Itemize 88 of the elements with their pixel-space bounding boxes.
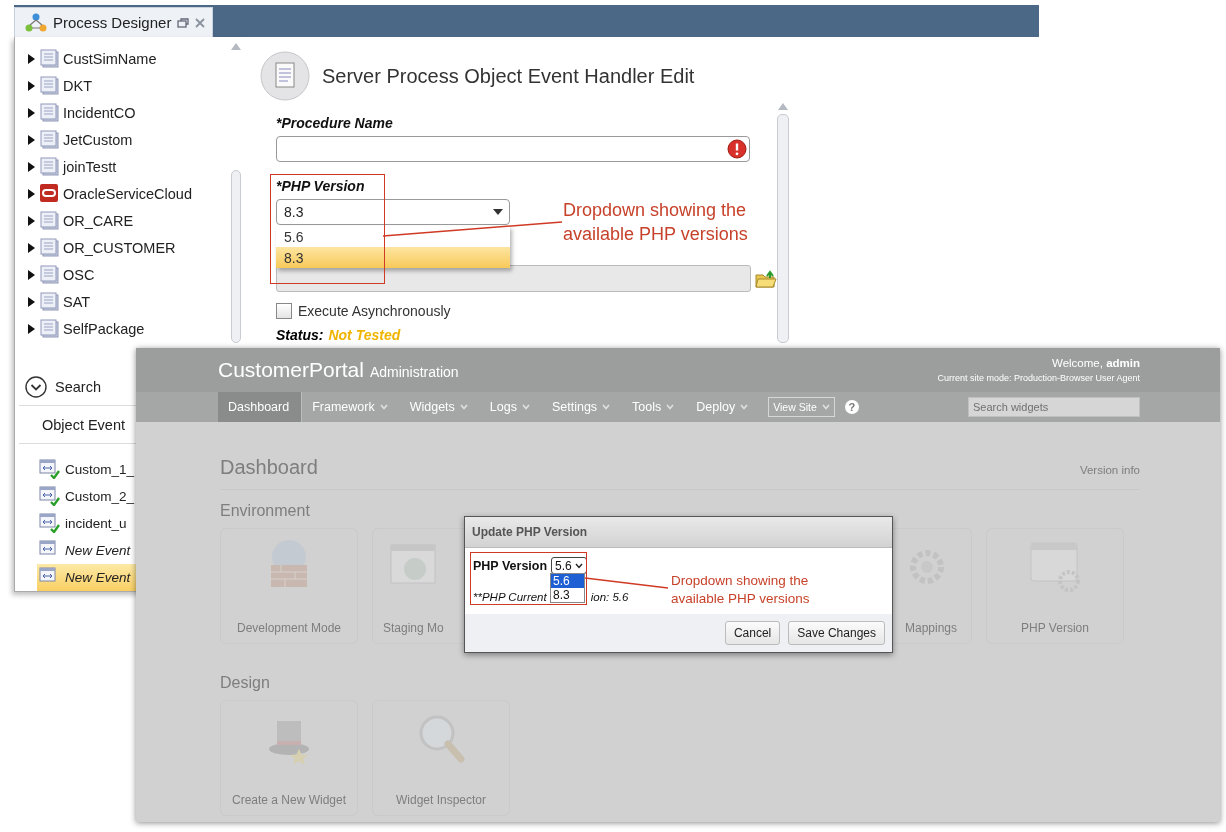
network-icon — [25, 12, 47, 33]
tab[interactable]: Process Designer — [14, 7, 213, 37]
expand-arrow-icon[interactable] — [27, 53, 36, 64]
tree-item[interactable]: OR_CUSTOMER — [15, 234, 230, 261]
tree-item[interactable]: IncidentCO — [15, 99, 230, 126]
document-stack-icon — [40, 49, 59, 68]
dialog-title: Update PHP Version — [465, 517, 892, 548]
page-title: Server Process Object Event Handler Edit — [322, 64, 695, 88]
version-note: ion: 5.6 — [590, 591, 629, 603]
tree-item[interactable]: SAT — [15, 288, 230, 315]
window-check-icon — [39, 513, 60, 534]
list-item[interactable]: New Event — [37, 564, 136, 591]
ring-logo-icon — [40, 184, 59, 203]
document-stack-icon — [40, 238, 59, 257]
checkbox[interactable] — [276, 303, 292, 319]
callout-text: Dropdown showing the available PHP versions — [671, 572, 811, 608]
search-field[interactable]: Search widgets — [968, 397, 1140, 417]
expand-arrow-icon[interactable] — [27, 161, 36, 172]
window-check-icon — [39, 486, 60, 507]
chevron-icon — [821, 404, 830, 410]
dropdown-option[interactable]: 8.3 — [551, 588, 584, 602]
expand-arrow-icon[interactable] — [27, 323, 36, 334]
expand-arrow-icon[interactable] — [27, 188, 36, 199]
expand-arrow-icon[interactable] — [27, 134, 36, 145]
list-item[interactable]: incident_u — [37, 510, 136, 537]
input-field[interactable] — [276, 136, 750, 162]
document-stack-icon — [40, 103, 59, 122]
list-item[interactable]: Custom_1_ — [37, 456, 136, 483]
help-button[interactable]: ? — [844, 400, 859, 414]
expand-arrow-icon[interactable] — [27, 296, 36, 307]
section-heading: Design — [220, 674, 271, 692]
chevron-icon — [602, 404, 611, 410]
tree-item[interactable]: OSC — [15, 261, 230, 288]
list-item[interactable]: New Event — [37, 537, 136, 564]
document-stack-icon — [40, 292, 59, 311]
status-value: Not Tested — [328, 327, 401, 343]
search-toggle[interactable]: Search — [15, 368, 135, 406]
field-label: *Procedure Name — [276, 115, 393, 131]
tree-item[interactable]: SelfPackage — [15, 315, 230, 342]
page-heading: Dashboard — [220, 456, 318, 479]
chevron-icon — [666, 404, 675, 410]
expand-arrow-icon[interactable] — [27, 107, 36, 118]
document-stack-icon — [40, 157, 59, 176]
dropdown-option[interactable]: 8.3 — [276, 247, 510, 268]
callout-text: Dropdown showing the available PHP versions — [563, 199, 749, 246]
brand-subtitle: Administration — [369, 364, 459, 380]
tree-item[interactable]: JetCustom — [15, 126, 230, 153]
chevron-icon — [740, 404, 749, 410]
welcome-text: Welcome, admin — [1052, 357, 1140, 369]
dropdown-option[interactable]: 5.6 — [551, 574, 584, 588]
restore-icon[interactable] — [177, 17, 190, 28]
input-field[interactable] — [276, 265, 751, 292]
brand-logo: CustomerPortal — [218, 358, 364, 382]
dialog-button[interactable]: Cancel — [724, 621, 781, 645]
document-stack-icon — [40, 211, 59, 230]
chevron-icon — [379, 404, 388, 410]
tree-item[interactable]: DKT — [15, 72, 230, 99]
close-icon[interactable] — [195, 17, 206, 28]
checkbox-label: Execute Asynchronously — [298, 303, 451, 319]
dropdown[interactable]: 8.3 — [276, 199, 510, 225]
expand-arrow-icon[interactable] — [27, 215, 36, 226]
document-stack-icon — [40, 130, 59, 149]
expand-arrow-icon[interactable] — [27, 242, 36, 253]
site-mode-text: Current site mode: Production-Browser User Agent — [937, 373, 1140, 383]
window-check-icon — [39, 459, 60, 480]
scrollbar[interactable] — [777, 103, 789, 343]
dialog-button[interactable]: Save Changes — [788, 621, 885, 645]
chevron-icon — [521, 404, 530, 410]
section-heading: Environment — [220, 502, 311, 520]
document-stack-icon — [40, 319, 59, 338]
chevron-icon — [459, 404, 468, 410]
list-item[interactable]: Custom_2_ — [37, 483, 136, 510]
tree-item[interactable]: joinTestt — [15, 153, 230, 180]
folder-icon[interactable] — [755, 268, 777, 289]
chevron-circle-icon — [25, 376, 47, 399]
document-stack-icon — [40, 76, 59, 95]
tree-item[interactable]: CustSimName — [15, 45, 230, 72]
tree-item[interactable]: OR_CARE — [15, 207, 230, 234]
document-stack-icon — [40, 265, 59, 284]
chevron-icon — [574, 562, 583, 569]
document-icon — [260, 51, 310, 101]
tree-item[interactable]: OracleServiceCloud — [15, 180, 230, 207]
status-label: Status: — [276, 327, 324, 343]
caret-icon — [493, 209, 503, 215]
expand-arrow-icon[interactable] — [27, 269, 36, 280]
dropdown-option[interactable]: 5.6 — [276, 226, 510, 247]
expand-arrow-icon[interactable] — [27, 80, 36, 91]
field-label: *PHP Version — [276, 178, 365, 194]
